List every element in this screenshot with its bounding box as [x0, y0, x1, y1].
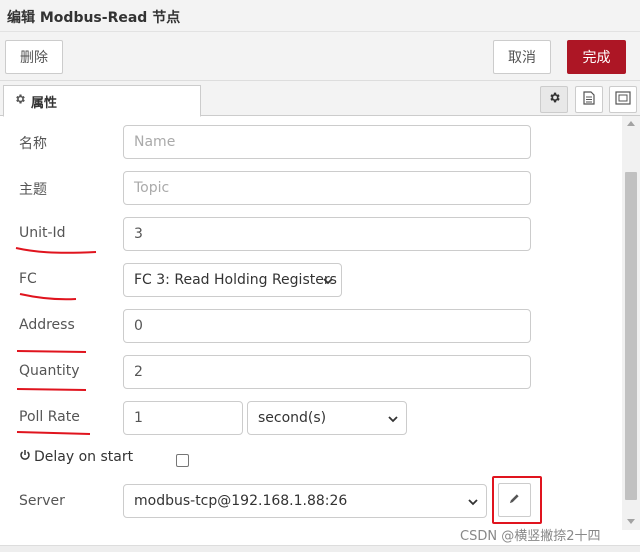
fc-label: FC: [19, 271, 37, 287]
document-icon: [583, 90, 595, 109]
cancel-button[interactable]: 取消: [493, 40, 551, 74]
appearance-tab-button[interactable]: [609, 86, 637, 113]
chevron-down-icon: [323, 278, 333, 285]
annotation-underline: [15, 247, 97, 254]
pencil-icon: [509, 492, 520, 508]
dialog-title: 编辑 Modbus-Read 节点: [7, 10, 181, 26]
gear-icon: [548, 91, 561, 108]
delay-on-start-text: Delay on start: [34, 449, 134, 465]
frame-icon: [615, 90, 631, 109]
server-label: Server: [19, 493, 65, 509]
server-select-value: modbus-tcp@192.168.1.88:26: [134, 493, 348, 509]
power-icon: [19, 449, 31, 465]
tab-properties[interactable]: 属性: [3, 85, 201, 117]
delay-on-start-label: Delay on start: [19, 449, 133, 465]
settings-tab-button[interactable]: [540, 86, 568, 113]
done-button[interactable]: 完成: [567, 40, 626, 74]
tab-bar: 属性: [0, 81, 640, 117]
topic-input[interactable]: Topic: [123, 171, 531, 205]
scrollbar[interactable]: [622, 116, 640, 530]
watermark: CSDN @横竖撇捺2十四: [460, 529, 601, 544]
server-select[interactable]: modbus-tcp@192.168.1.88:26: [123, 484, 487, 518]
topic-label: 主题: [19, 182, 47, 198]
edit-server-button[interactable]: [498, 483, 531, 517]
annotation-underline: [16, 350, 87, 353]
fc-select-value: FC 3: Read Holding Registers: [134, 272, 337, 288]
poll-rate-unit-select[interactable]: second(s): [247, 401, 407, 435]
scroll-thumb[interactable]: [625, 172, 637, 500]
delay-on-start-checkbox[interactable]: [176, 454, 189, 467]
quantity-input[interactable]: 2: [123, 355, 531, 389]
gear-icon: [14, 93, 26, 109]
annotation-underline: [16, 431, 91, 435]
bottom-edge: [0, 545, 640, 552]
unit-id-label: Unit-Id: [19, 225, 66, 241]
poll-rate-unit-value: second(s): [258, 410, 327, 426]
chevron-down-icon: [388, 416, 398, 423]
scroll-down-arrow-icon[interactable]: [627, 519, 635, 524]
description-tab-button[interactable]: [575, 86, 603, 113]
dialog-header: 编辑 Modbus-Read 节点: [0, 0, 640, 32]
tab-properties-label: 属性: [31, 95, 58, 111]
annotation-underline: [16, 388, 87, 391]
unit-id-input[interactable]: 3: [123, 217, 531, 251]
chevron-down-icon: [468, 499, 478, 506]
name-input[interactable]: Name: [123, 125, 531, 159]
delete-button[interactable]: 删除: [5, 40, 63, 74]
annotation-underline: [19, 293, 77, 301]
address-label: Address: [19, 317, 75, 333]
poll-rate-input[interactable]: 1: [123, 401, 243, 435]
address-input[interactable]: 0: [123, 309, 531, 343]
dialog-toolbar: 删除 取消 完成: [0, 32, 640, 81]
scroll-up-arrow-icon[interactable]: [627, 121, 635, 126]
fc-select[interactable]: FC 3: Read Holding Registers: [123, 263, 342, 297]
name-label: 名称: [19, 136, 47, 152]
quantity-label: Quantity: [19, 363, 80, 379]
poll-rate-label: Poll Rate: [19, 409, 80, 425]
